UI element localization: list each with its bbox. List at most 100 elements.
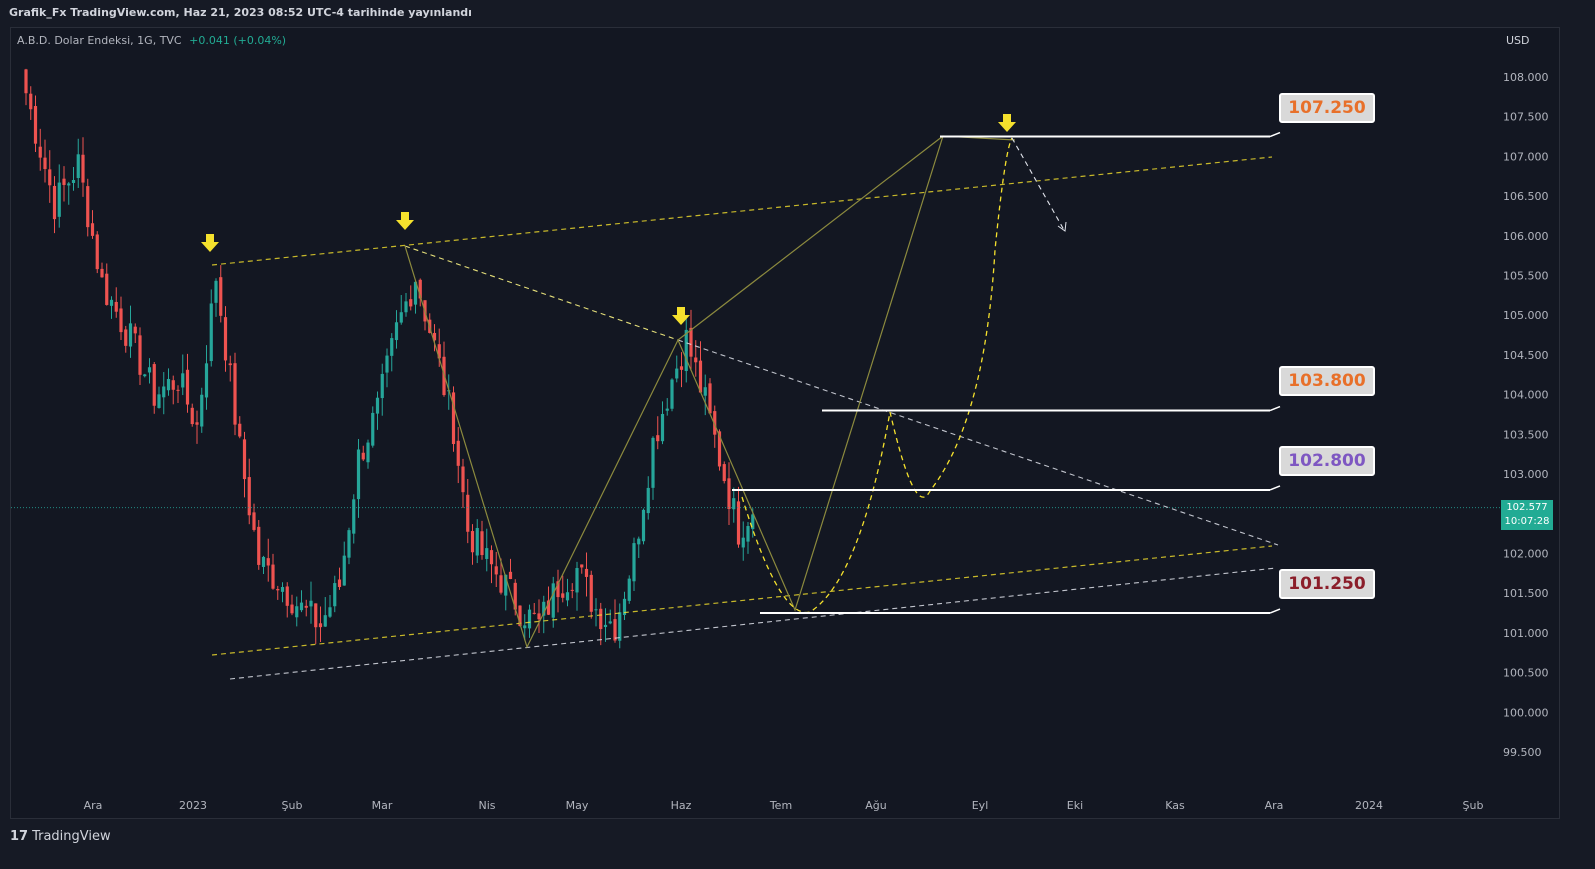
candle-body <box>508 571 513 580</box>
x-tick-label: May <box>566 799 589 812</box>
candle-body <box>694 357 698 363</box>
candle-body <box>299 602 304 611</box>
y-tick-label: 104.000 <box>1503 389 1549 402</box>
footer-branding[interactable]: 17 TradingView <box>10 829 111 844</box>
candle-body <box>157 394 161 408</box>
x-tick-label: Mar <box>372 799 393 812</box>
candle-body <box>176 389 180 391</box>
y-tick-label: 101.500 <box>1503 587 1549 600</box>
candle-body <box>352 499 356 534</box>
candle-body <box>461 466 465 493</box>
x-tick-label: Kas <box>1165 799 1185 812</box>
candle-body <box>261 556 266 567</box>
candle-body <box>195 422 199 425</box>
callout-label: 107.250 <box>1288 98 1366 118</box>
y-tick-label: 101.000 <box>1503 627 1549 640</box>
candle-body <box>380 373 384 399</box>
x-tick-label: Ağu <box>865 799 886 812</box>
candle-body <box>228 363 232 366</box>
candle-body <box>309 600 313 607</box>
arrow-down-icon <box>396 212 414 230</box>
candle-body <box>90 223 95 236</box>
x-tick-label: 2023 <box>179 799 207 812</box>
candle-body <box>527 609 532 629</box>
candle-body <box>603 624 608 628</box>
callout-107250[interactable]: 107.250 <box>1279 93 1375 123</box>
y-tick-label: 106.500 <box>1503 190 1549 203</box>
candle-body <box>347 530 351 558</box>
candle-body <box>480 531 484 556</box>
candle-body <box>171 380 175 390</box>
callout-103800[interactable]: 103.800 <box>1279 366 1375 396</box>
candle-body <box>599 608 603 630</box>
candle-body <box>252 512 256 530</box>
candle-body <box>214 280 218 303</box>
y-tick-label: 105.500 <box>1503 270 1549 283</box>
candle-body <box>475 527 479 556</box>
x-tick-label: Nis <box>478 799 495 812</box>
time-axis: Ara 2023 Şub Mar Nis May Haz Tem Ağu Eyl Eki Kas Ara… <box>84 799 1484 812</box>
symbol-name: A.B.D. Dolar Endeksi, 1G, TVC <box>17 34 182 47</box>
candle-body <box>257 526 261 565</box>
arrow-down-icon <box>672 307 690 325</box>
candle-body <box>52 185 57 220</box>
candle-body <box>114 301 118 312</box>
candle-body <box>727 478 731 510</box>
current-price-value: 102.577 <box>1506 502 1548 513</box>
candle-body <box>238 423 242 437</box>
candle-body <box>86 186 90 228</box>
candle-body <box>138 335 142 375</box>
candle-body <box>185 369 190 405</box>
candle-body <box>594 609 598 611</box>
price-chart[interactable]: 108.000 107.500 107.000 106.500 106.000 105.5… <box>0 0 1595 869</box>
candle-body <box>124 329 128 346</box>
candle-body <box>375 397 380 414</box>
callout-pointer <box>1269 485 1281 491</box>
candle-body <box>570 589 574 591</box>
candle-body <box>219 277 223 316</box>
candle-body <box>181 373 185 388</box>
candle-body <box>565 592 570 601</box>
candle-body <box>105 273 109 305</box>
callout-101250[interactable]: 101.250 <box>1279 569 1375 599</box>
candle-body <box>71 179 76 183</box>
candle-body <box>746 526 750 542</box>
candle-body <box>223 317 228 361</box>
candle-body <box>276 589 280 591</box>
candle-body <box>499 575 503 593</box>
candle-body <box>204 363 209 398</box>
y-tick-label: 99.500 <box>1503 746 1542 759</box>
symbol-legend[interactable]: A.B.D. Dolar Endeksi, 1G, TVC +0.041 (+0… <box>17 34 286 47</box>
candle-body <box>152 364 156 406</box>
candle-body <box>608 621 612 624</box>
channel-upper-line <box>211 156 1273 266</box>
candle-body <box>637 538 641 545</box>
candle-body <box>62 178 66 185</box>
candle-body <box>209 303 213 362</box>
channel-lower-line <box>211 545 1273 656</box>
candle-body <box>404 301 408 313</box>
candle-body <box>318 623 323 628</box>
candle-body <box>580 564 584 568</box>
candle-body <box>627 578 631 601</box>
y-tick-label: 104.500 <box>1503 349 1549 362</box>
callout-label: 101.250 <box>1288 574 1366 594</box>
candle-body <box>679 366 684 370</box>
candle-body <box>242 439 247 480</box>
y-tick-label: 100.500 <box>1503 667 1549 680</box>
candle-body <box>399 312 403 323</box>
candle-body <box>76 154 80 179</box>
callout-102800[interactable]: 102.800 <box>1279 446 1375 476</box>
x-tick-label: Eki <box>1067 799 1083 812</box>
candle-body <box>128 323 133 347</box>
callout-label: 103.800 <box>1288 371 1366 391</box>
candle-body <box>656 435 660 442</box>
candle-body <box>166 378 171 391</box>
candle-body <box>361 452 365 460</box>
candle-body <box>67 183 71 186</box>
candle-body <box>708 383 712 414</box>
candle-body <box>641 509 646 542</box>
candle-body <box>81 154 85 183</box>
candle-body <box>456 440 460 466</box>
candle-body <box>304 605 308 608</box>
